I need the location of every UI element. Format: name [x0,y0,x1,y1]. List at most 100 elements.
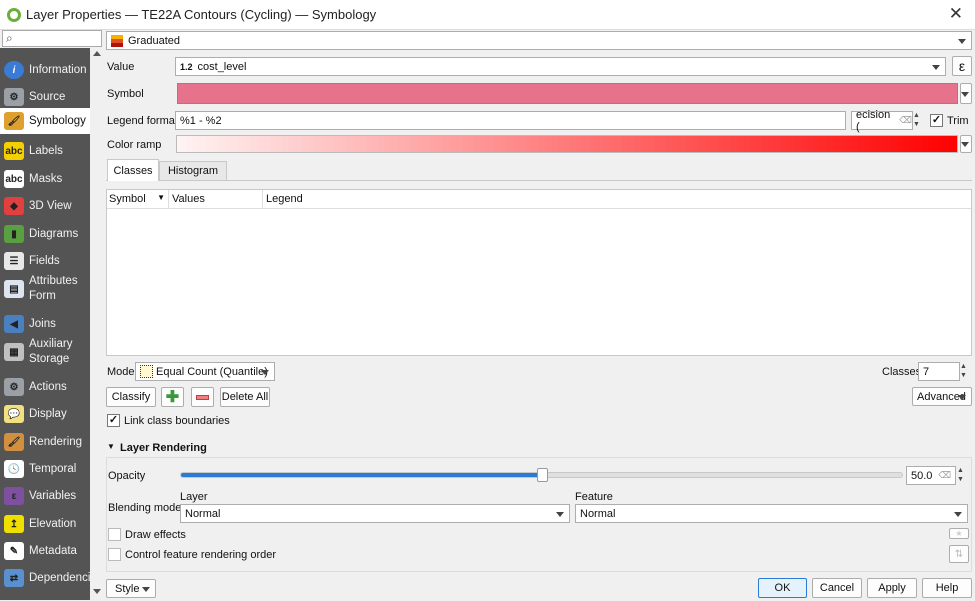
minus-icon [196,394,209,400]
symbol-label: Symbol [107,88,144,100]
symbol-button[interactable] [177,83,958,104]
sidebar-item-information[interactable]: i Information [0,57,90,83]
sidebar-item-diagrams[interactable]: ▮ Diagrams [0,221,90,247]
sidebar-item-joins[interactable]: ◀ Joins [0,311,90,337]
column-header-values[interactable]: Values [169,190,263,208]
clear-icon[interactable]: ⌫ [899,115,912,126]
opacity-spinbox[interactable]: 50.0 ⌫ [906,466,956,485]
layer-blend-label: Layer [180,491,208,503]
feature-blend-label: Feature [575,491,613,503]
display-icon: 💬 [4,405,24,423]
field-type-badge: 1.2 [180,61,193,72]
help-button[interactable]: Help [922,578,972,598]
sidebar-item-variables[interactable]: ε Variables [0,483,90,509]
color-ramp-button[interactable] [176,135,958,153]
control-order-label: Control feature rendering order [125,549,277,561]
trim-label: Trim [947,115,969,127]
sidebar-item-masks[interactable]: abc Masks [0,166,90,192]
graduated-icon [111,34,123,47]
sidebar-item-label: Masks [29,172,63,185]
advanced-button[interactable]: Advanced [912,387,972,406]
sidebar-item-label: Joins [29,317,56,330]
sidebar-item-actions[interactable]: ⚙ Actions [0,374,90,400]
link-boundaries-checkbox[interactable]: ✓ [107,414,120,427]
sidebar-scrollbar[interactable] [90,48,104,600]
opacity-slider-handle[interactable] [536,468,548,482]
delete-all-button[interactable]: Delete All [220,387,270,407]
control-order-checkbox[interactable] [108,548,121,561]
masks-icon: abc [4,170,24,188]
cancel-button[interactable]: Cancel [812,578,862,598]
labels-icon: abc [4,142,24,160]
precision-value: ecision ( [856,108,891,133]
mode-combo[interactable]: Equal Count (Quantile) [135,362,275,381]
sidebar-item-label: Attributes Form [29,275,78,302]
sidebar: i Information ⚙ Source 🖌 Symbology abc Labels ab… [0,48,90,600]
collapse-icon[interactable]: ▼ [107,442,115,451]
opacity-stepper[interactable]: ▲ ▼ [957,466,968,485]
effects-settings-button[interactable]: ★ [949,528,969,539]
renderer-combo[interactable]: Graduated [106,31,972,50]
opacity-slider[interactable] [180,468,903,482]
expression-button[interactable]: ε [952,56,972,76]
close-button[interactable]: ✕ [949,4,963,24]
sidebar-item-metadata[interactable]: ✎ Metadata [0,538,90,564]
layer-blend-combo[interactable]: Normal [180,504,570,523]
column-header-symbol[interactable]: Symbol ▼ [107,190,169,208]
dependencies-icon: ⇄ [4,569,24,587]
sidebar-item-temporal[interactable]: 🕓 Temporal [0,456,90,482]
epsilon-icon: ε [4,487,24,505]
apply-button[interactable]: Apply [867,578,917,598]
ok-button[interactable]: OK [758,578,807,598]
symbol-menu-button[interactable] [960,83,972,104]
sidebar-item-rendering[interactable]: 🖌 Rendering [0,429,90,455]
precision-spinbox[interactable]: ecision ( ⌫ [851,108,913,133]
layer-blend-value: Normal [185,507,221,520]
feature-blend-combo[interactable]: Normal [575,504,968,523]
layer-rendering-title[interactable]: Layer Rendering [120,442,207,454]
draw-effects-label: Draw effects [125,529,186,541]
blending-mode-label: Blending mode [108,502,182,514]
tab-divider [106,180,972,181]
sidebar-item-attributes-form[interactable]: ▤ Attributes Form [0,272,90,306]
sidebar-item-auxiliary-storage[interactable]: ▦ Auxiliary Storage [0,335,90,369]
sidebar-item-labels[interactable]: abc Labels [0,138,90,164]
sidebar-item-label: Dependencies [29,571,90,584]
sidebar-item-symbology[interactable]: 🖌 Symbology [0,108,90,134]
tab-classes[interactable]: Classes [107,159,159,181]
sort-order-button[interactable]: ⇅ [949,545,969,563]
classes-spinbox[interactable]: 7 [918,362,960,381]
remove-class-button[interactable] [191,387,214,407]
color-ramp-menu-button[interactable] [960,135,972,153]
classes-label: Classes [882,366,922,378]
sidebar-item-3d-view[interactable]: ◆ 3D View [0,193,90,219]
value-label: Value [107,61,135,73]
sidebar-item-label: Rendering [29,435,83,448]
precision-stepper[interactable]: ▲ ▼ [913,111,924,130]
sidebar-item-source[interactable]: ⚙ Source [0,84,90,110]
sidebar-item-label: Fields [29,254,60,267]
color-ramp-label: Color ramp [107,139,162,151]
classes-table[interactable]: Symbol ▼ Values Legend [106,189,972,356]
feature-blend-value: Normal [580,507,616,520]
draw-effects-checkbox[interactable] [108,528,121,541]
classify-button[interactable]: Classify [106,387,156,407]
sidebar-item-fields[interactable]: ☰ Fields [0,248,90,274]
style-button[interactable]: Style [106,579,156,598]
clear-icon[interactable]: ⌫ [938,470,951,481]
sidebar-item-label: Symbology [29,114,86,127]
sidebar-item-label: 3D View [29,199,72,212]
sidebar-item-elevation[interactable]: ↥ Elevation [0,511,90,537]
legend-format-input[interactable]: %1 - %2 [175,111,846,130]
classes-stepper[interactable]: ▲ ▼ [960,362,971,381]
sidebar-item-dependencies[interactable]: ⇄ Dependencies [0,565,90,591]
trim-checkbox[interactable]: ✓ [930,114,943,127]
add-class-button[interactable]: ✚ [161,387,184,407]
sidebar-search-input[interactable]: ⌕ [2,30,102,47]
storage-icon: ▦ [4,343,24,361]
sidebar-item-display[interactable]: 💬 Display [0,401,90,427]
column-header-legend[interactable]: Legend [263,190,306,208]
mode-label: Mode [107,366,135,378]
tab-histogram[interactable]: Histogram [159,161,227,180]
value-field-combo[interactable]: 1.2 cost_level [175,57,946,76]
